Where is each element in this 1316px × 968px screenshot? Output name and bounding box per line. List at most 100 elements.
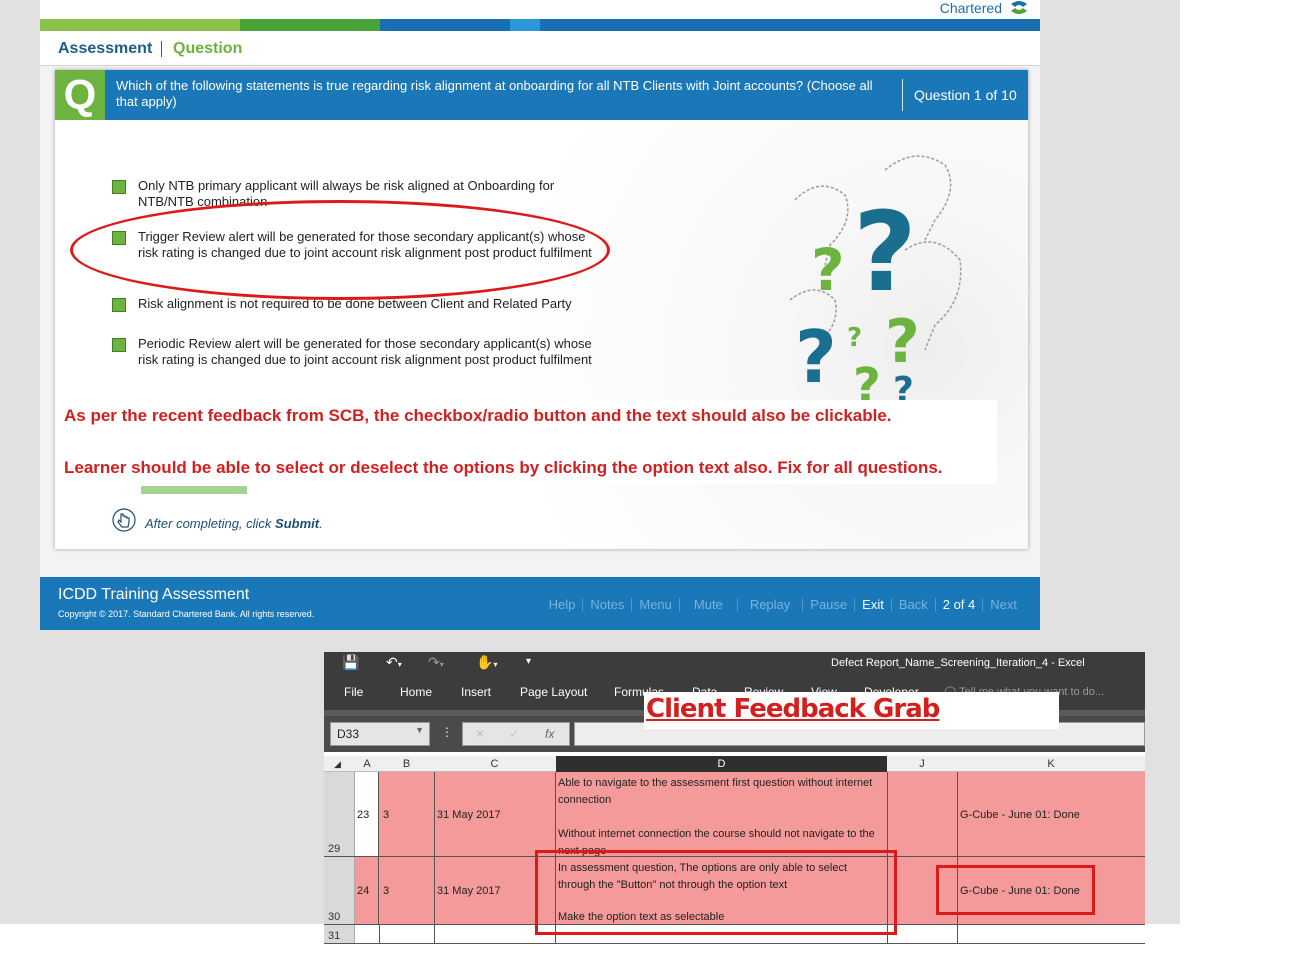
menu-page-layout[interactable]: Page Layout [520,685,587,699]
grid-line [434,925,435,943]
header-stripe-green [240,19,380,31]
breadcrumb-assessment[interactable]: Assessment [58,40,152,58]
question-marks-illustration: ? ? ? ? ? ? ? [789,155,962,400]
column-a[interactable]: A [355,758,379,770]
grid-line [555,772,556,856]
cell-d-line1: Able to navigate to the assessment first… [558,777,873,806]
confirm-icon[interactable]: ✓ [509,727,519,741]
svg-text:?: ? [847,323,862,353]
option-checkbox[interactable] [112,298,126,312]
feedback-note-2: Learner should be able to select or dese… [64,458,943,477]
help-button[interactable]: Help [542,597,583,612]
row-number: 30 [328,911,341,923]
course-title: ICDD Training Assessment [58,586,250,603]
option-text: Periodic Review alert will be generated … [138,336,592,367]
standard-chartered-logo-icon [1011,1,1027,14]
question-text: Which of the following statements is tru… [116,78,873,109]
cancel-icon[interactable]: ✕ [475,727,485,741]
customize-toolbar-icon[interactable]: ▾ [526,656,531,667]
cell-b-value: 3 [383,809,390,821]
breadcrumb: Assessment Question [40,32,1040,66]
svg-text:?: ? [853,188,917,316]
cell-b-value: 3 [383,885,390,897]
question-counter: Question 1 of 10 [914,87,1017,103]
pause-button[interactable]: Pause [803,597,854,612]
more-options-icon[interactable]: ⋮ [441,725,453,739]
hand-pointer-icon [112,508,136,532]
back-button[interactable]: Back [892,597,935,612]
highlight-box-annotation [936,865,1095,915]
menu-file[interactable]: File [344,685,363,699]
name-box[interactable]: D33 ▼ [330,722,430,746]
redo-icon[interactable]: ↷▾ [428,654,444,671]
cell-c-value: 31 May 2017 [437,885,501,897]
course-footer: ICDD Training Assessment Copyright © 201… [40,577,1040,630]
submit-link[interactable]: Submit [275,516,319,531]
replay-button[interactable]: Replay [738,597,802,612]
instruction-suffix: . [319,516,323,531]
svg-text:?: ? [885,307,920,377]
header-stripe-blue-long [540,19,1040,31]
row-number: 31 [328,930,341,942]
grid-line [957,925,958,943]
row-number: 29 [328,843,341,855]
chevron-down-icon[interactable]: ▼ [415,725,424,735]
menu-home[interactable]: Home [400,685,432,699]
mute-button[interactable]: Mute [680,597,737,612]
top-bar: Chartered [40,0,1040,32]
highlight-box-annotation [535,850,897,935]
exit-button[interactable]: Exit [855,597,891,612]
next-button[interactable]: Next [983,597,1024,612]
page-indicator: 2 of 4 [942,597,976,612]
row-header[interactable]: 29 [324,772,355,856]
column-c[interactable]: C [434,758,555,770]
row-header[interactable]: 31 [324,925,355,943]
formula-buttons: ✕ ✓ fx [462,722,570,746]
touch-mode-icon[interactable]: ✋▾ [476,654,497,671]
copyright-text: Copyright © 2017. Standard Chartered Ban… [58,609,315,619]
notes-button[interactable]: Notes [583,597,631,612]
cell-a-value: 23 [357,809,370,821]
header-stripe-light-green [40,19,240,31]
menu-insert[interactable]: Insert [461,685,491,699]
column-b[interactable]: B [379,758,434,770]
svg-text:?: ? [893,370,914,400]
header-stripe-blue [380,19,510,31]
client-feedback-caption: Client Feedback Grab [646,694,940,724]
brand-name: Chartered [939,0,1002,16]
question-header-divider [902,79,903,111]
progress-accent-bar [141,486,247,494]
submit-instruction: After completing, click Submit. [145,516,323,531]
select-all-icon[interactable]: ◢ [334,759,341,770]
header-stripe-light-blue [510,19,540,31]
row-header[interactable]: 30 [324,857,355,924]
svg-text:?: ? [853,358,881,400]
grid-line [434,772,435,856]
excel-screenshot: 💾 ↶▾ ↷▾ ✋▾ ▾ Defect Report_Name_Screenin… [324,652,1145,944]
cell-a-value: 24 [357,885,370,897]
function-icon[interactable]: fx [545,727,554,741]
svg-text:?: ? [795,315,837,399]
column-j[interactable]: J [887,758,957,770]
table-row[interactable]: 29 23 3 31 May 2017 Able to navigate to … [324,772,1145,857]
column-k[interactable]: K [957,758,1145,770]
column-d[interactable]: D [556,756,887,772]
grid-line [957,772,958,856]
menu-button[interactable]: Menu [632,597,679,612]
highlight-ellipse-annotation [70,200,610,300]
excel-document-title: Defect Report_Name_Screening_Iteration_4… [831,657,1085,669]
name-box-value: D33 [337,727,360,741]
option-checkbox[interactable] [112,180,126,194]
grid-line [434,857,435,924]
instruction-prefix: After completing, click [145,516,276,531]
feedback-annotation: As per the recent feedback from SCB, the… [62,400,997,484]
svg-text:?: ? [811,236,845,304]
option-checkbox[interactable] [112,338,126,352]
undo-icon[interactable]: ↶▾ [386,654,402,671]
cell-k-value: G-Cube - June 01: Done [960,809,1080,821]
cell-c-value: 31 May 2017 [437,809,501,821]
course-player: Chartered Assessment Question Q Which of… [40,0,1040,630]
grid-line [887,772,888,856]
grid-line [379,925,380,943]
save-icon[interactable]: 💾 [342,654,359,671]
